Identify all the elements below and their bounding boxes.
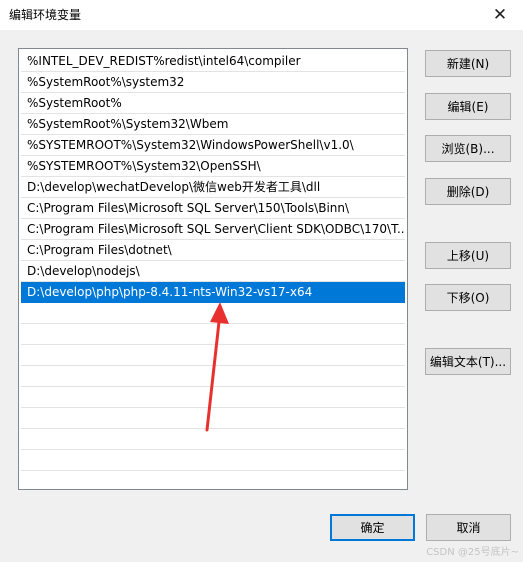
edit-button[interactable]: 编辑(E) bbox=[425, 93, 511, 120]
path-list-item[interactable]: D:\develop\wechatDevelop\微信web开发者工具\dll bbox=[21, 177, 405, 198]
empty-list-row[interactable] bbox=[21, 408, 405, 429]
path-list-item[interactable]: C:\Program Files\dotnet\ bbox=[21, 240, 405, 261]
path-list-item[interactable]: %SYSTEMROOT%\System32\WindowsPowerShell\… bbox=[21, 135, 405, 156]
path-list-item[interactable]: %INTEL_DEV_REDIST%redist\intel64\compile… bbox=[21, 51, 405, 72]
path-listbox[interactable]: %INTEL_DEV_REDIST%redist\intel64\compile… bbox=[18, 48, 408, 490]
empty-list-row[interactable] bbox=[21, 387, 405, 408]
path-list-item[interactable]: D:\develop\php\php-8.4.11-nts-Win32-vs17… bbox=[21, 282, 405, 303]
empty-list-row[interactable] bbox=[21, 324, 405, 345]
empty-list-row[interactable] bbox=[21, 429, 405, 450]
window-title: 编辑环境变量 bbox=[9, 8, 82, 22]
path-list-item[interactable]: D:\develop\nodejs\ bbox=[21, 261, 405, 282]
empty-list-row[interactable] bbox=[21, 450, 405, 471]
path-list: %INTEL_DEV_REDIST%redist\intel64\compile… bbox=[19, 49, 407, 489]
empty-list-row[interactable] bbox=[21, 303, 405, 324]
cancel-button[interactable]: 取消 bbox=[426, 514, 511, 541]
ok-button[interactable]: 确定 bbox=[330, 514, 415, 541]
edit-text-button[interactable]: 编辑文本(T)... bbox=[425, 348, 511, 375]
delete-button[interactable]: 删除(D) bbox=[425, 178, 511, 205]
new-button[interactable]: 新建(N) bbox=[425, 50, 511, 77]
move-up-button[interactable]: 上移(U) bbox=[425, 242, 511, 269]
close-button[interactable]: ✕ bbox=[477, 0, 523, 30]
move-down-button[interactable]: 下移(O) bbox=[425, 284, 511, 311]
empty-list-row[interactable] bbox=[21, 471, 405, 489]
watermark: CSDN @25号底片~ bbox=[426, 547, 519, 558]
path-list-item[interactable]: %SYSTEMROOT%\System32\OpenSSH\ bbox=[21, 156, 405, 177]
path-list-item[interactable]: C:\Program Files\Microsoft SQL Server\15… bbox=[21, 198, 405, 219]
empty-list-row[interactable] bbox=[21, 366, 405, 387]
browse-button[interactable]: 浏览(B)... bbox=[425, 135, 511, 162]
path-list-item[interactable]: %SystemRoot% bbox=[21, 93, 405, 114]
empty-list-row[interactable] bbox=[21, 345, 405, 366]
path-list-item[interactable]: %SystemRoot%\system32 bbox=[21, 72, 405, 93]
title-bar: 编辑环境变量 ✕ bbox=[0, 0, 523, 30]
path-list-item[interactable]: C:\Program Files\Microsoft SQL Server\Cl… bbox=[21, 219, 405, 240]
close-icon: ✕ bbox=[492, 5, 508, 25]
path-list-item[interactable]: %SystemRoot%\System32\Wbem bbox=[21, 114, 405, 135]
